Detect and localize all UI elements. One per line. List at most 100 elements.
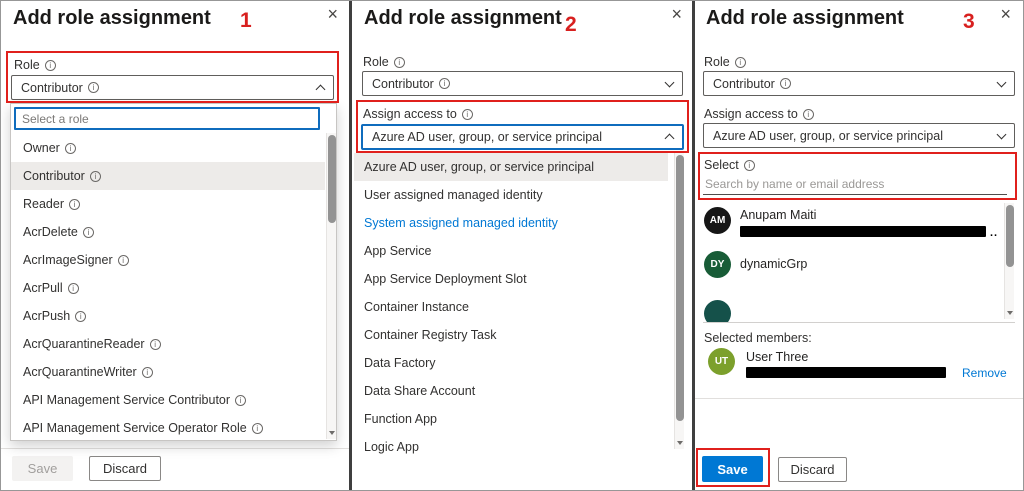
- info-icon[interactable]: i: [82, 226, 94, 238]
- assign-access-dropdown[interactable]: Azure AD user, group, or service princip…: [703, 123, 1015, 148]
- assign-option-label: Data Factory: [364, 356, 436, 370]
- redacted-email-suffix: ..: [990, 227, 999, 239]
- scrollbar-thumb[interactable]: [676, 155, 684, 421]
- search-results-list: AM Anupam Maiti .. DY dynamicGrp: [695, 201, 1023, 322]
- assign-option[interactable]: Container Registry Task: [354, 321, 668, 349]
- role-option[interactable]: AcrImageSigner i: [11, 246, 325, 274]
- assign-option-highlighted[interactable]: Azure AD user, group, or service princip…: [354, 153, 668, 181]
- annotation-number-1: 1: [240, 9, 252, 32]
- assign-option[interactable]: App Service: [354, 237, 668, 265]
- results-divider: [703, 322, 1015, 323]
- info-icon[interactable]: i: [75, 310, 87, 322]
- assign-option[interactable]: Logic App: [354, 433, 668, 461]
- role-option-label: AcrPush: [23, 309, 71, 323]
- result-name[interactable]: Anupam Maiti: [740, 208, 816, 222]
- info-icon[interactable]: i: [64, 142, 76, 154]
- scrollbar[interactable]: [1004, 203, 1014, 319]
- select-label-text: Select: [704, 158, 739, 172]
- assign-option-label: User assigned managed identity: [364, 188, 543, 202]
- close-icon[interactable]: ×: [1000, 4, 1011, 25]
- assign-option[interactable]: Data Factory: [354, 349, 668, 377]
- role-option-label: AcrDelete: [23, 225, 78, 239]
- role-option[interactable]: Reader i: [11, 190, 325, 218]
- footer-divider: [1, 448, 349, 449]
- assign-option[interactable]: Container Instance: [354, 293, 668, 321]
- role-option[interactable]: AcrDelete i: [11, 218, 325, 246]
- role-option[interactable]: API Management Service Contributor i: [11, 386, 325, 414]
- member-search-input[interactable]: [703, 174, 1007, 195]
- info-icon[interactable]: i: [44, 59, 56, 71]
- avatar-initials: AM: [709, 215, 726, 226]
- scrollbar-thumb[interactable]: [328, 135, 336, 223]
- role-option-label: AcrImageSigner: [23, 253, 113, 267]
- info-icon[interactable]: i: [461, 108, 473, 120]
- annotation-number-3: 3: [963, 10, 975, 33]
- assign-option[interactable]: Function App: [354, 405, 668, 433]
- scrollbar-thumb[interactable]: [1006, 205, 1014, 267]
- page-title: Add role assignment: [364, 7, 562, 29]
- assign-access-label: Assign access to i: [363, 107, 473, 121]
- remove-member-link[interactable]: Remove: [962, 366, 1007, 380]
- screenshot: Add role assignment 1 × Role i Contribut…: [0, 0, 1024, 491]
- assign-option[interactable]: User assigned managed identity: [354, 181, 668, 209]
- role-search-input[interactable]: [14, 107, 320, 130]
- role-option[interactable]: AcrQuarantineReader i: [11, 330, 325, 358]
- info-icon[interactable]: i: [734, 56, 746, 68]
- info-icon[interactable]: i: [67, 282, 79, 294]
- assign-access-label-text: Assign access to: [363, 107, 457, 121]
- assign-option-label: Function App: [364, 412, 437, 426]
- assign-option[interactable]: App Service Deployment Slot: [354, 265, 668, 293]
- assign-access-dropdown[interactable]: Azure AD user, group, or service princip…: [361, 124, 684, 150]
- role-option[interactable]: API Management Service Operator Role i: [11, 414, 325, 442]
- info-icon[interactable]: i: [149, 338, 161, 350]
- assign-option-label: System assigned managed identity: [364, 216, 558, 230]
- avatar-initials: UT: [714, 356, 729, 367]
- avatar: AM: [704, 207, 731, 234]
- info-icon[interactable]: i: [438, 78, 450, 89]
- info-icon[interactable]: i: [743, 159, 755, 171]
- info-icon[interactable]: i: [117, 254, 129, 266]
- info-icon[interactable]: i: [69, 198, 80, 210]
- role-option-label: AcrQuarantineWriter: [23, 365, 137, 379]
- panel-2-assign-access-open: Add role assignment 2 × Role i Contribut…: [352, 1, 692, 490]
- scrollbar[interactable]: [674, 153, 684, 449]
- panel-1-role-dropdown-open: Add role assignment 1 × Role i Contribut…: [1, 1, 349, 490]
- role-option[interactable]: AcrPull i: [11, 274, 325, 302]
- scrollbar-down-arrow[interactable]: [327, 428, 337, 438]
- role-option[interactable]: AcrPush i: [11, 302, 325, 330]
- info-icon[interactable]: i: [87, 82, 99, 93]
- info-icon[interactable]: i: [779, 78, 791, 89]
- discard-button[interactable]: Discard: [778, 457, 847, 482]
- chevron-down-icon: [664, 77, 675, 87]
- discard-button[interactable]: Discard: [89, 456, 161, 481]
- scrollbar-down-arrow[interactable]: [1005, 308, 1015, 318]
- result-name[interactable]: dynamicGrp: [740, 257, 807, 271]
- panel-3-select-members: Add role assignment 3 × Role i Contribut…: [695, 1, 1023, 490]
- save-button[interactable]: Save: [12, 456, 73, 481]
- info-icon[interactable]: i: [141, 366, 153, 378]
- role-dropdown[interactable]: Contributor i: [11, 75, 334, 100]
- scrollbar-down-arrow[interactable]: [675, 438, 685, 448]
- info-icon[interactable]: i: [802, 108, 814, 120]
- role-dropdown[interactable]: Contributor i: [362, 71, 683, 96]
- close-icon[interactable]: ×: [671, 4, 682, 25]
- info-icon[interactable]: i: [235, 394, 247, 406]
- scrollbar[interactable]: [326, 133, 336, 439]
- role-label-text: Role: [14, 58, 40, 72]
- role-dropdown[interactable]: Contributor i: [703, 71, 1015, 96]
- avatar-initials: DY: [710, 259, 725, 270]
- assign-option-link[interactable]: System assigned managed identity: [354, 209, 668, 237]
- info-icon[interactable]: i: [393, 56, 405, 68]
- info-icon[interactable]: i: [89, 170, 101, 182]
- role-option[interactable]: AcrQuarantineWriter i: [11, 358, 325, 386]
- close-icon[interactable]: ×: [327, 4, 338, 25]
- role-option-highlighted[interactable]: Contributor i: [11, 162, 325, 190]
- role-option[interactable]: Owner i: [11, 134, 325, 162]
- assign-access-label-text: Assign access to: [704, 107, 798, 121]
- save-button[interactable]: Save: [702, 456, 763, 482]
- assign-option-label: Container Registry Task: [364, 328, 497, 342]
- role-dropdown-value: Contributor: [372, 76, 434, 91]
- chevron-up-icon: [315, 84, 326, 94]
- assign-option[interactable]: Data Share Account: [354, 377, 668, 405]
- info-icon[interactable]: i: [251, 422, 263, 434]
